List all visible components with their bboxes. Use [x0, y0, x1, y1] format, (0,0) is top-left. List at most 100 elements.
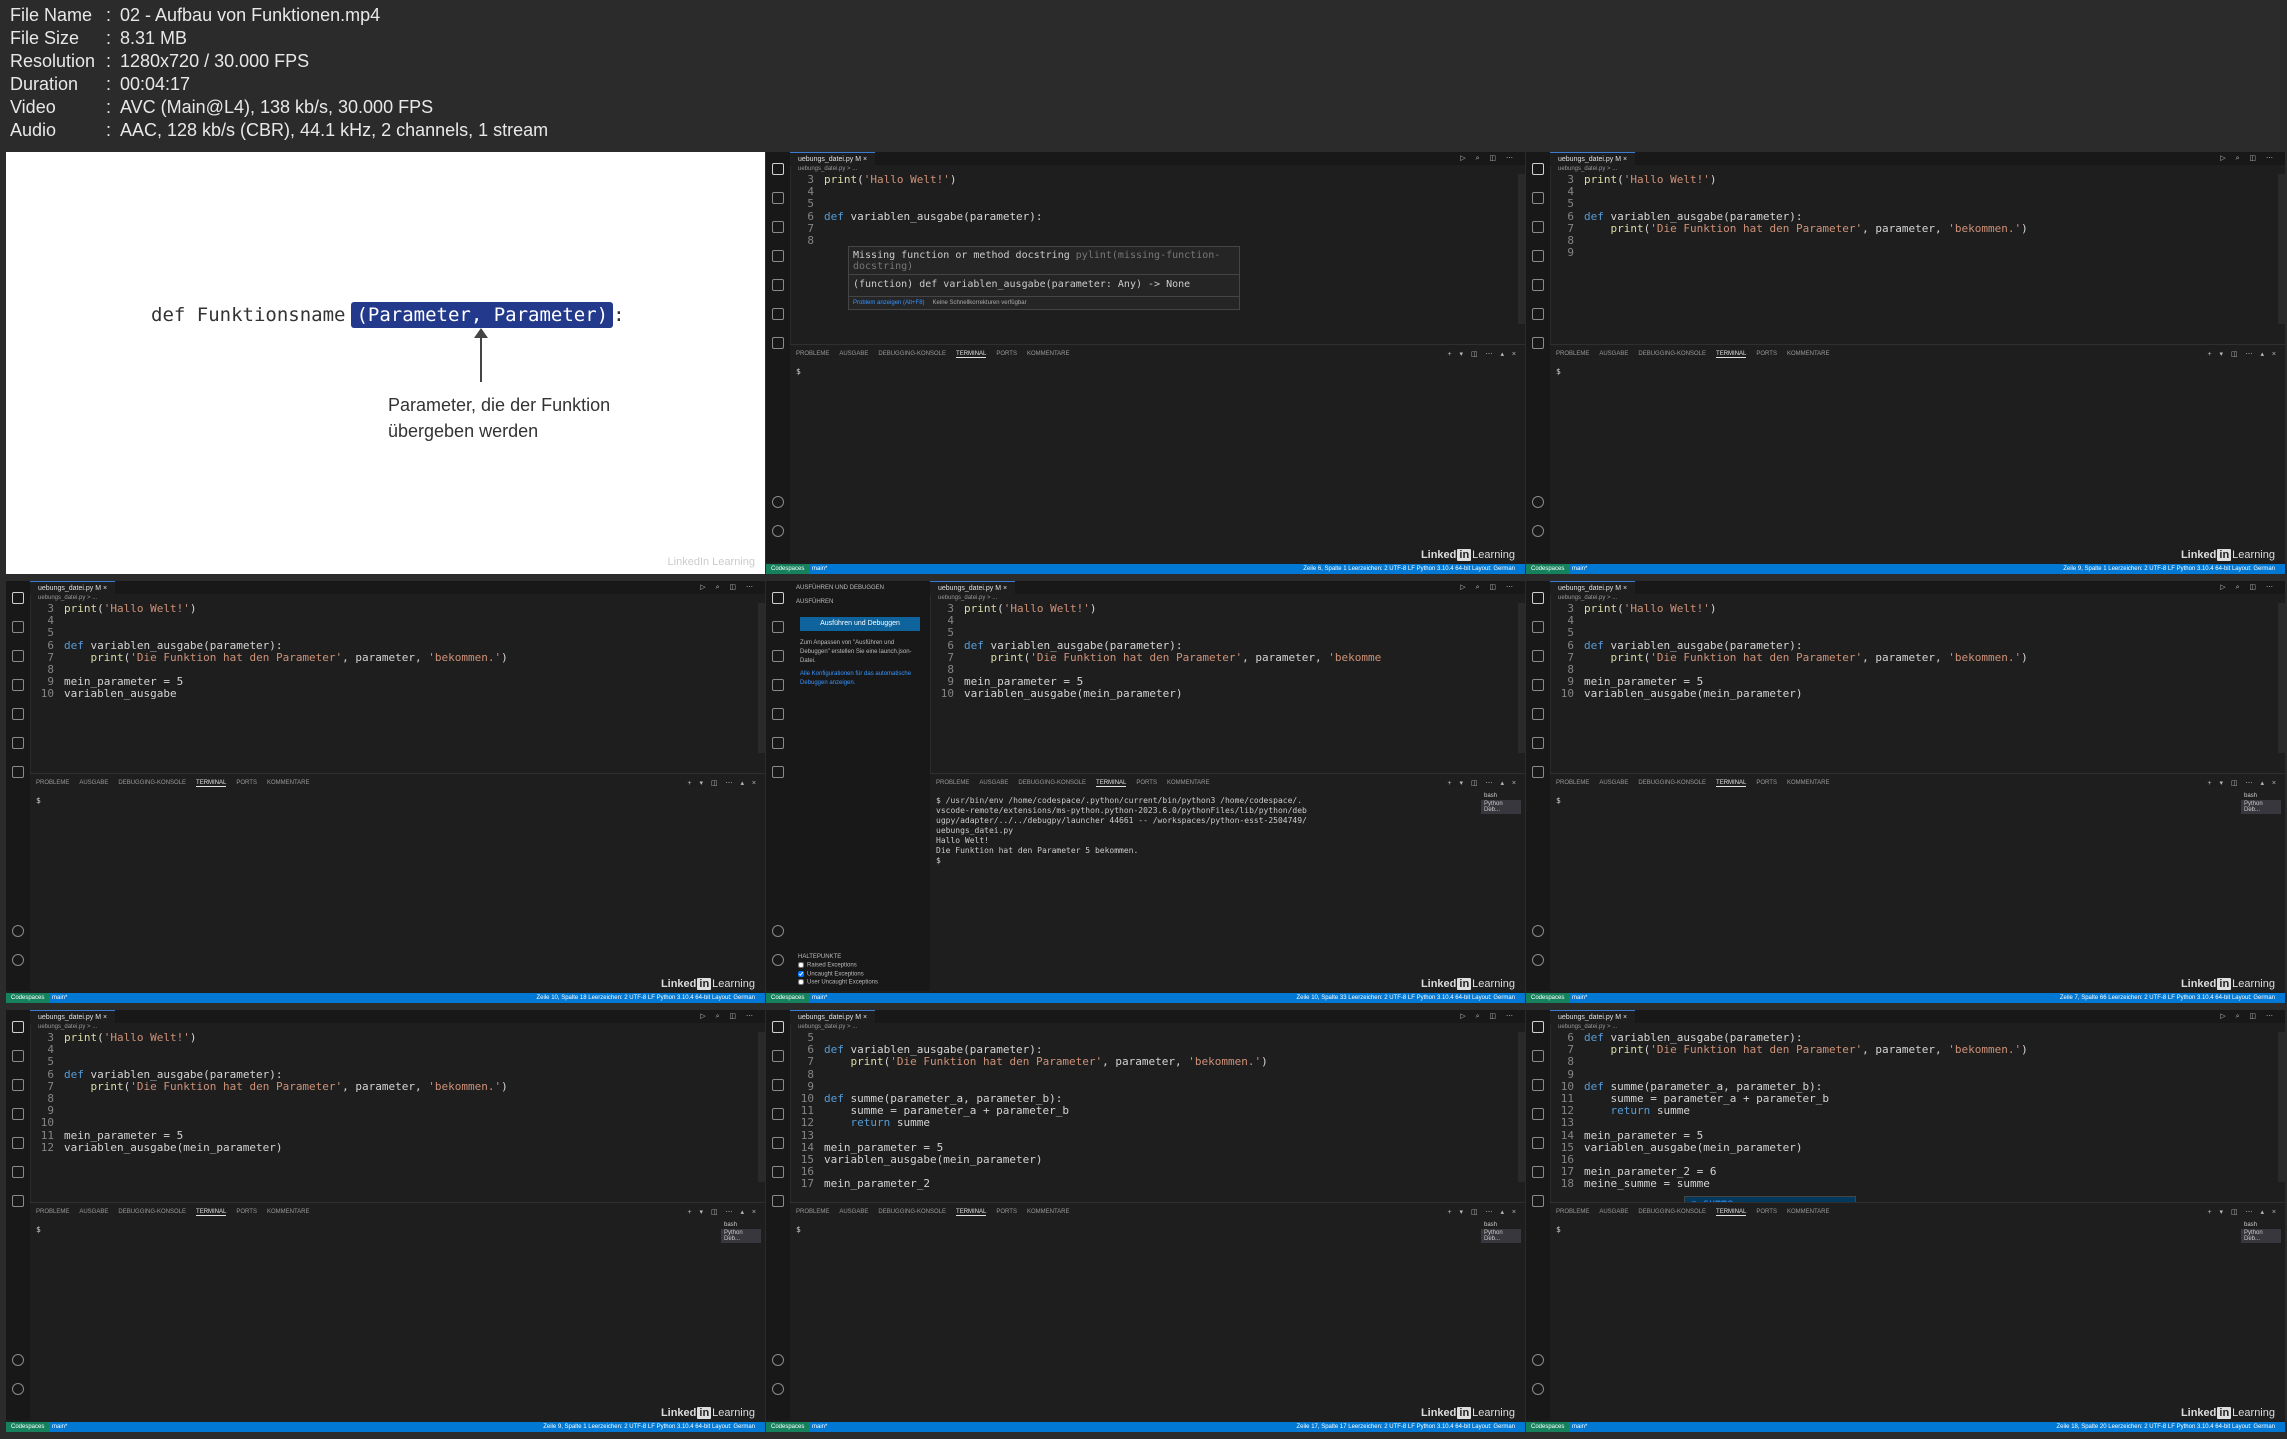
panel-tab[interactable]: PROBLEME: [1556, 1209, 1589, 1216]
panel-tab[interactable]: PORTS: [1756, 351, 1777, 358]
code-line[interactable]: 5: [1550, 198, 2277, 210]
code-line[interactable]: 5: [30, 1056, 757, 1068]
panel-actions[interactable]: + ▾ ◫ ⋯ ▴ ×: [2207, 1208, 2279, 1216]
panel-tab[interactable]: DEBUGGING-KONSOLE: [1638, 1209, 1706, 1216]
code-line[interactable]: 5: [930, 627, 1517, 639]
account-icon[interactable]: [772, 925, 784, 937]
search-icon[interactable]: [772, 192, 784, 204]
code-line[interactable]: 12 return summe: [1550, 1105, 2277, 1117]
bp-checkbox[interactable]: [798, 979, 804, 986]
codespaces-badge[interactable]: Codespaces: [1526, 564, 1570, 574]
code-editor[interactable]: 5 6 def variablen_ausgabe(parameter): 7 pri…: [790, 1031, 1517, 1191]
gear-icon[interactable]: [772, 1383, 784, 1395]
run-debug-icon[interactable]: [1532, 679, 1544, 691]
code-line[interactable]: 15 variablen_ausgabe(mein_parameter): [1550, 1141, 2277, 1154]
code-line[interactable]: 13: [790, 1129, 1517, 1142]
panel-tab[interactable]: TERMINAL: [196, 1209, 227, 1216]
code-line[interactable]: 4: [1550, 185, 2277, 198]
panel-tab[interactable]: DEBUGGING-KONSOLE: [1638, 351, 1706, 358]
gear-icon[interactable]: [1532, 954, 1544, 966]
tab-uebungs-datei[interactable]: uebungs_datei.py M ×: [1550, 581, 1636, 595]
gear-icon[interactable]: [12, 954, 24, 966]
panel-tab[interactable]: PROBLEME: [936, 780, 969, 787]
gear-icon[interactable]: [772, 954, 784, 966]
code-line[interactable]: 3 print('Hallo Welt!'): [30, 602, 757, 615]
panel-tab[interactable]: TERMINAL: [1716, 780, 1747, 787]
panel-tab[interactable]: PROBLEME: [1556, 351, 1589, 358]
terminal-prompt[interactable]: $: [1556, 1225, 1561, 1234]
account-icon[interactable]: [1532, 1354, 1544, 1366]
editor-actions[interactable]: ▷ ⌕ ◫ ⋯: [700, 583, 757, 592]
codespaces-badge[interactable]: Codespaces: [1526, 1422, 1570, 1432]
code-line[interactable]: 8: [790, 1068, 1517, 1081]
panel-tab[interactable]: KOMMENTARE: [267, 780, 310, 787]
terminal-prompt[interactable]: $: [1556, 367, 1561, 376]
source-control-icon[interactable]: [1532, 221, 1544, 233]
run-debug-icon[interactable]: [772, 250, 784, 262]
terminal-list[interactable]: bash Python Deb...: [2241, 1221, 2281, 1243]
code-line[interactable]: 7 print('Die Funktion hat den Parameter'…: [1550, 1043, 2277, 1056]
github-icon[interactable]: [1532, 1195, 1544, 1207]
panel-tab[interactable]: PORTS: [236, 780, 257, 787]
code-line[interactable]: 9: [30, 1105, 757, 1117]
panel-tab[interactable]: AUSGABE: [79, 780, 108, 787]
run-debug-icon[interactable]: [1532, 250, 1544, 262]
panel-tab[interactable]: AUSGABE: [839, 1209, 868, 1216]
panel-tab[interactable]: TERMINAL: [1096, 780, 1127, 787]
codespaces-badge[interactable]: Codespaces: [766, 993, 810, 1003]
panel-tab[interactable]: PORTS: [236, 1209, 257, 1216]
breadcrumb[interactable]: uebungs_datei.py > ...: [938, 595, 997, 601]
activity-bar[interactable]: [766, 152, 791, 562]
branch[interactable]: main*: [1572, 1422, 1587, 1432]
panel-tab[interactable]: PROBLEME: [36, 780, 69, 787]
terminal-item[interactable]: Python Deb...: [2241, 1229, 2281, 1243]
bp-item[interactable]: User Uncaught Exceptions: [790, 978, 930, 987]
activity-bar[interactable]: [6, 581, 31, 991]
terminal-prompt[interactable]: $: [36, 1225, 41, 1234]
panel-tab[interactable]: PORTS: [1756, 1209, 1777, 1216]
github-icon[interactable]: [12, 1195, 24, 1207]
codespaces-badge[interactable]: Codespaces: [1526, 993, 1570, 1003]
terminal-prompt[interactable]: $: [796, 1225, 801, 1234]
panel-tab[interactable]: AUSGABE: [839, 351, 868, 358]
extensions-icon[interactable]: [772, 279, 784, 291]
github-icon[interactable]: [772, 337, 784, 349]
panel-tab[interactable]: DEBUGGING-KONSOLE: [118, 780, 186, 787]
status-info[interactable]: Leerzeichen: 2 UTF-8 LF Python 3.10.4 64…: [1348, 1424, 1515, 1430]
code-line[interactable]: 11 mein_parameter = 5: [30, 1129, 757, 1142]
search-icon[interactable]: [772, 1050, 784, 1062]
code-line[interactable]: 7 print('Die Funktion hat den Parameter'…: [930, 651, 1517, 664]
code-line[interactable]: 15 variablen_ausgabe(mein_parameter): [790, 1153, 1517, 1166]
terminal-prompt[interactable]: $: [36, 796, 41, 805]
bp-checkbox[interactable]: [798, 970, 804, 977]
explorer-icon[interactable]: [1532, 163, 1544, 175]
cursor-position[interactable]: Zeile 10, Spalte 18: [537, 995, 587, 1001]
status-info[interactable]: Leerzeichen: 2 UTF-8 LF Python 3.10.4 64…: [2108, 1424, 2275, 1430]
code-line[interactable]: 12 variablen_ausgabe(mein_parameter): [30, 1141, 757, 1154]
breadcrumb[interactable]: uebungs_datei.py > ...: [38, 1024, 97, 1030]
editor-scrollbar[interactable]: [2278, 1032, 2285, 1182]
panel-tab[interactable]: KOMMENTARE: [1787, 1209, 1830, 1216]
testing-icon[interactable]: [1532, 308, 1544, 320]
testing-icon[interactable]: [1532, 737, 1544, 749]
breadcrumb[interactable]: uebungs_datei.py > ...: [38, 595, 97, 601]
run-debug-icon[interactable]: [12, 679, 24, 691]
search-icon[interactable]: [772, 621, 784, 633]
activity-bar[interactable]: [1526, 1010, 1551, 1420]
gear-icon[interactable]: [1532, 1383, 1544, 1395]
github-icon[interactable]: [1532, 766, 1544, 778]
show-problem-link[interactable]: Problem anzeigen (Alt+F8): [853, 300, 925, 306]
terminal-item[interactable]: bash: [1481, 1221, 1521, 1229]
editor-actions[interactable]: ▷ ⌕ ◫ ⋯: [1460, 1012, 1517, 1021]
extensions-icon[interactable]: [1532, 1137, 1544, 1149]
extensions-icon[interactable]: [12, 1137, 24, 1149]
panel-actions[interactable]: + ▾ ◫ ⋯ ▴ ×: [687, 779, 759, 787]
tab-uebungs-datei[interactable]: uebungs_datei.py M ×: [1550, 1010, 1636, 1024]
code-editor[interactable]: 3 print('Hallo Welt!') 4 5 6 def variablen_au…: [30, 1031, 757, 1154]
code-editor[interactable]: 3 print('Hallo Welt!') 4 5 6 def variablen_au…: [1550, 173, 2277, 259]
terminal-list[interactable]: bash Python Deb...: [1481, 792, 1521, 814]
extensions-icon[interactable]: [772, 708, 784, 720]
panel-tab[interactable]: DEBUGGING-KONSOLE: [118, 1209, 186, 1216]
code-line[interactable]: 3 print('Hallo Welt!'): [1550, 173, 2277, 186]
editor-actions[interactable]: ▷ ⌕ ◫ ⋯: [2220, 583, 2277, 592]
